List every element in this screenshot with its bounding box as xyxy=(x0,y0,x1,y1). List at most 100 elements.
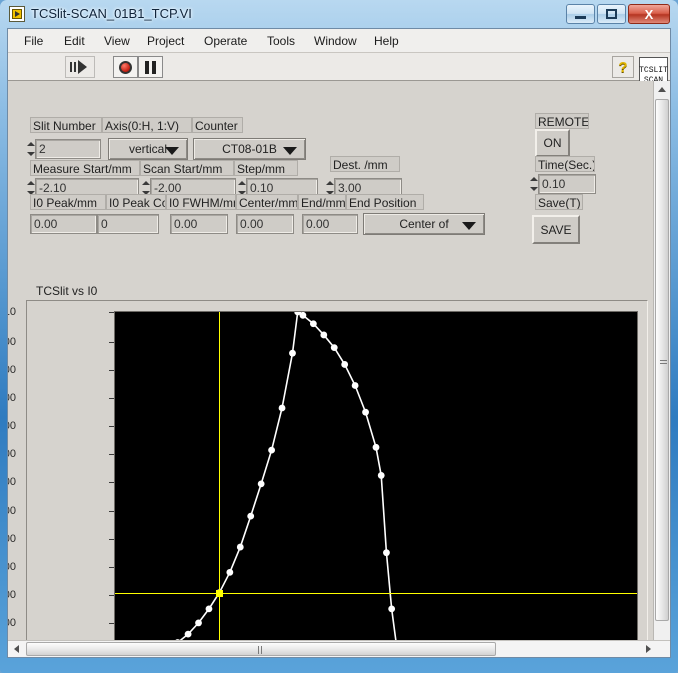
minimize-button[interactable] xyxy=(566,4,595,24)
label-center: Center/mm xyxy=(236,194,298,210)
y-tick-label: 1200000 xyxy=(8,476,16,489)
plot-area[interactable] xyxy=(102,308,640,652)
data-point xyxy=(184,630,192,638)
label-peak-count: I0 Peak Count xyxy=(106,194,166,210)
chevron-down-icon xyxy=(283,147,297,155)
data-point xyxy=(278,404,286,412)
series-line xyxy=(104,310,637,651)
abort-stop-icon[interactable] xyxy=(113,56,138,78)
end-value: 0.00 xyxy=(302,214,358,234)
y-tick-label: 1000000 xyxy=(8,504,16,517)
data-point xyxy=(372,443,380,451)
y-tick-label: 600000 xyxy=(8,560,16,573)
chevron-down-icon xyxy=(165,147,179,155)
label-measure-start: Measure Start/mm xyxy=(30,160,140,176)
menu-tools[interactable]: Tools xyxy=(261,32,301,50)
labview-vi-icon xyxy=(9,6,25,22)
time-sec-stepper[interactable] xyxy=(529,174,538,194)
menu-help[interactable]: Help xyxy=(368,32,405,50)
y-tick-label: 2000000 xyxy=(8,364,16,377)
cursor-vertical-line[interactable] xyxy=(219,312,221,651)
data-point xyxy=(236,543,244,551)
time-sec-input[interactable]: 0.10 xyxy=(538,174,596,194)
graph-title: TCSlit vs I0 xyxy=(36,284,98,298)
y-tick-label: 1800000 xyxy=(8,392,16,405)
cursor-marker[interactable] xyxy=(216,589,224,597)
y-tick-label: 2413410 xyxy=(8,306,16,318)
client-area: File Edit View Project Operate Tools Win… xyxy=(7,28,671,658)
data-point xyxy=(195,619,202,627)
pause-icon[interactable] xyxy=(138,56,163,78)
cursor-horizontal-line[interactable] xyxy=(115,592,637,594)
end-position-select[interactable]: Center of xyxy=(363,213,485,235)
menu-window[interactable]: Window xyxy=(308,32,363,50)
label-remote: REMOTE xyxy=(535,113,589,129)
label-i0-peak: I0 Peak/mm xyxy=(30,194,106,210)
data-point xyxy=(289,349,296,357)
axis-select-value: vertical xyxy=(128,142,167,156)
label-scan-start: Scan Start/mm xyxy=(140,160,234,176)
y-tick-label: 200000 xyxy=(8,616,16,629)
center-value: 0.00 xyxy=(236,214,294,234)
scroll-left-button[interactable] xyxy=(8,641,24,657)
scroll-right-button[interactable] xyxy=(640,641,656,657)
axis-select[interactable]: vertical xyxy=(108,138,188,160)
menu-view[interactable]: View xyxy=(98,32,136,50)
y-tick-label: 1600000 xyxy=(8,420,16,433)
run-arrow-icon[interactable] xyxy=(65,56,95,78)
data-point xyxy=(226,568,234,576)
panel-vertical-scrollbar[interactable] xyxy=(653,81,670,657)
chevron-down-icon xyxy=(462,222,476,230)
vi-badge-line1: TCSLIT xyxy=(639,66,668,75)
question-help-icon[interactable]: ? xyxy=(612,56,634,78)
data-point xyxy=(383,549,390,557)
label-step: Step/mm xyxy=(234,160,298,176)
data-point xyxy=(341,361,349,368)
label-slit-number: Slit Number xyxy=(30,117,102,133)
counter-select[interactable]: CT08-01B xyxy=(193,138,306,160)
data-point xyxy=(330,344,338,351)
front-panel: Slit Number Axis(0:H, 1:V) Counter REMOT… xyxy=(8,81,654,657)
y-tick-label: 2200000 xyxy=(8,335,16,348)
i0-peak-value: 0.00 xyxy=(30,214,97,234)
end-position-value: Center of xyxy=(399,217,449,231)
waveform-graph[interactable]: 0200000400000600000800000100000012000001… xyxy=(8,300,648,657)
menu-project[interactable]: Project xyxy=(141,32,190,50)
window-title: TCSlit-SCAN_01B1_TCP.VI xyxy=(31,6,192,21)
application-window: TCSlit-SCAN_01B1_TCP.VI X File Edit View… xyxy=(0,0,678,673)
slit-number-stepper[interactable] xyxy=(26,139,35,159)
maximize-button[interactable] xyxy=(597,4,626,24)
label-time-sec: Time(Sec.) xyxy=(535,156,595,172)
y-tick-label: 800000 xyxy=(8,532,16,545)
title-bar: TCSlit-SCAN_01B1_TCP.VI X xyxy=(0,0,678,28)
menu-operate[interactable]: Operate xyxy=(198,32,253,50)
data-point xyxy=(257,480,265,488)
counter-select-value: CT08-01B xyxy=(222,142,277,156)
menu-edit[interactable]: Edit xyxy=(58,32,91,50)
data-point xyxy=(320,331,328,339)
label-i0-fwhm: I0 FWHM/mm xyxy=(166,194,236,210)
data-point xyxy=(299,311,307,319)
plot-curve xyxy=(102,308,640,652)
panel-horizontal-scrollbar[interactable] xyxy=(8,640,670,657)
slit-number-input[interactable]: 2 xyxy=(35,139,101,159)
remote-on-button[interactable]: ON xyxy=(535,129,570,157)
peak-count-value: 0 xyxy=(97,214,159,234)
vertical-scroll-thumb[interactable] xyxy=(655,99,669,621)
label-counter: Counter xyxy=(192,117,243,133)
horizontal-scroll-thumb[interactable] xyxy=(26,642,496,656)
menu-file[interactable]: File xyxy=(18,32,49,50)
save-button[interactable]: SAVE xyxy=(532,215,580,244)
tool-bar: ? xyxy=(8,53,670,81)
label-axis: Axis(0:H, 1:V) xyxy=(102,117,192,133)
data-point xyxy=(388,605,396,613)
data-point xyxy=(268,446,275,454)
menu-bar: File Edit View Project Operate Tools Win… xyxy=(8,29,670,53)
label-dest: Dest. /mm xyxy=(330,156,400,172)
label-save: Save(T) xyxy=(535,194,583,210)
scroll-up-button[interactable] xyxy=(654,81,670,97)
data-point xyxy=(351,382,359,389)
close-button[interactable]: X xyxy=(628,4,670,24)
y-tick-label: 400000 xyxy=(8,588,16,601)
data-point xyxy=(362,408,369,416)
